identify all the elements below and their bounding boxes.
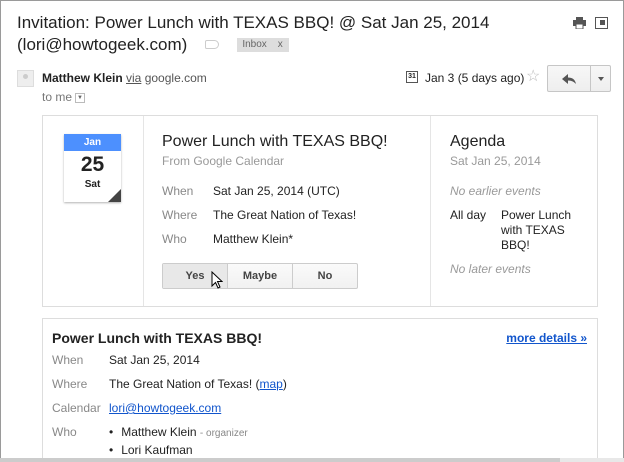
event-when-row: When Sat Jan 25, 2014 (UTC) <box>162 184 422 198</box>
sender-name[interactable]: Matthew Klein <box>42 71 123 85</box>
divider <box>430 116 431 306</box>
scrollbar-thumb[interactable] <box>0 458 560 462</box>
calendar-email-link[interactable]: lori@howtogeek.com <box>109 401 221 415</box>
reply-button-group <box>547 65 611 92</box>
details-when-label: When <box>52 353 84 367</box>
more-details-link[interactable]: more details » <box>506 331 587 345</box>
details-where-value: The Great Nation of Texas! ( <box>109 377 260 391</box>
list-item: Matthew Klein - organizer <box>109 424 248 442</box>
chevron-down-icon <box>597 76 604 81</box>
invitation-card: Jan 25 Sat Power Lunch with TEXAS BBQ! F… <box>42 115 598 307</box>
inbox-label-chip[interactable]: Inbox x <box>237 37 289 52</box>
rsvp-button-group: Yes Maybe No <box>162 263 358 289</box>
attendee-list: Matthew Klein - organizer Lori Kaufman <box>109 424 248 458</box>
via-link[interactable]: via <box>126 71 141 85</box>
sender-line: Matthew Klein via google.com <box>42 71 207 85</box>
remove-label-icon[interactable]: x <box>278 39 283 50</box>
attendee-name: Matthew Klein <box>121 425 197 439</box>
message-date: Jan 3 (5 days ago) <box>425 71 525 85</box>
agenda-no-earlier: No earlier events <box>450 184 541 198</box>
recipient-line: to me ▼ <box>42 90 86 104</box>
agenda-title: Agenda <box>450 133 506 150</box>
agenda-no-later: No later events <box>450 262 531 276</box>
where-value: The Great Nation of Texas! <box>213 208 357 222</box>
email-subject: Invitation: Power Lunch with TEXAS BBQ! … <box>17 12 562 56</box>
star-icon[interactable]: ☆ <box>526 66 540 86</box>
agenda-date: Sat Jan 25, 2014 <box>450 154 541 168</box>
avatar[interactable] <box>17 70 34 87</box>
details-where-label: Where <box>52 377 88 391</box>
list-item: Lori Kaufman <box>109 442 248 458</box>
rsvp-maybe-button[interactable]: Maybe <box>228 264 293 288</box>
calendar-day: 25 <box>80 153 105 176</box>
details-when-value: Sat Jan 25, 2014 <box>109 353 200 367</box>
event-calendar-icon: Jan 25 Sat <box>64 134 121 202</box>
calendar-small-icon: 31 <box>406 71 418 83</box>
event-details-card: Power Lunch with TEXAS BBQ! more details… <box>42 318 598 462</box>
inbox-label-text: Inbox <box>242 38 267 50</box>
where-label: Where <box>162 208 198 222</box>
when-value: Sat Jan 25, 2014 (UTC) <box>213 184 340 198</box>
label-tag-icon[interactable] <box>205 40 220 50</box>
details-where-row: Where The Great Nation of Texas! (map) <box>52 377 592 391</box>
details-when-row: When Sat Jan 25, 2014 <box>52 353 592 367</box>
divider <box>143 116 144 306</box>
new-window-icon[interactable] <box>595 17 608 29</box>
more-actions-button[interactable] <box>591 66 610 91</box>
event-where-row: Where The Great Nation of Texas! <box>162 208 422 222</box>
agenda-all-day: All day <box>450 208 487 222</box>
agenda-event[interactable]: Power Lunch with TEXAS BBQ! <box>501 208 581 253</box>
when-label: When <box>162 184 194 198</box>
subject-actions <box>573 17 608 29</box>
rsvp-no-button[interactable]: No <box>293 264 357 288</box>
map-link[interactable]: map <box>260 377 283 391</box>
horizontal-scrollbar[interactable] <box>0 458 624 462</box>
details-calendar-label: Calendar <box>52 401 101 415</box>
event-who-row: Who Matthew Klein* <box>162 232 422 246</box>
calendar-page-fold <box>108 189 121 202</box>
details-who-label: Who <box>52 425 77 439</box>
to-me-text: to me <box>42 90 73 104</box>
who-label: Who <box>162 232 187 246</box>
print-icon[interactable] <box>573 17 586 29</box>
show-details-dropdown-icon[interactable]: ▼ <box>75 92 86 103</box>
details-title: Power Lunch with TEXAS BBQ! <box>52 330 263 346</box>
reply-button[interactable] <box>548 66 591 91</box>
details-calendar-row: Calendar lori@howtogeek.com <box>52 401 592 415</box>
who-value: Matthew Klein* <box>213 232 294 246</box>
details-where-close: ) <box>282 377 287 391</box>
via-domain: google.com <box>144 71 207 85</box>
event-title: Power Lunch with TEXAS BBQ! <box>162 133 388 150</box>
event-source: From Google Calendar <box>162 154 285 168</box>
attendee-role: - organizer <box>199 428 248 439</box>
mouse-cursor-icon <box>211 271 223 289</box>
reply-arrow-icon <box>562 73 576 84</box>
calendar-month: Jan <box>64 134 121 151</box>
attendee-name: Lori Kaufman <box>121 443 193 457</box>
